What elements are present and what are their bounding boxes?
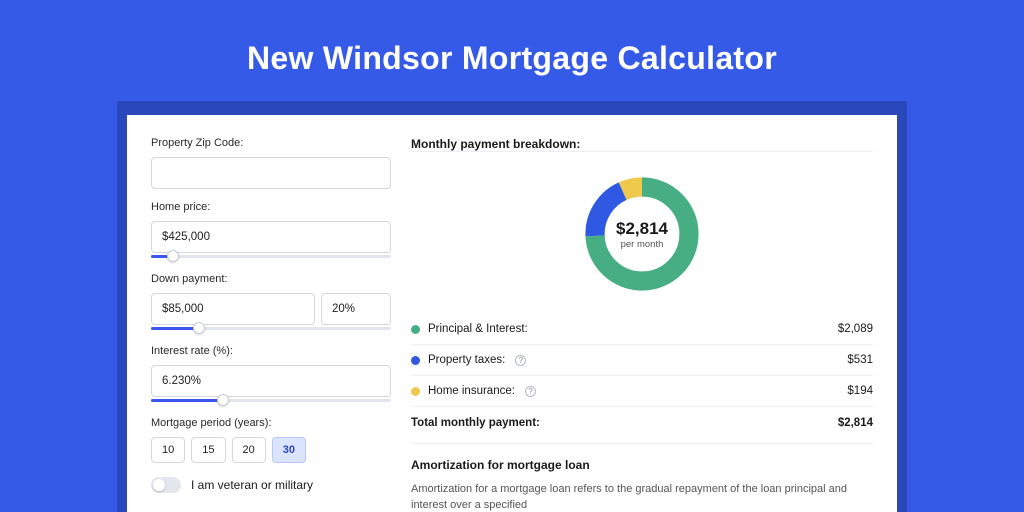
zip-input[interactable] [151, 157, 391, 189]
period-button-row: 1015 2030 [151, 437, 391, 463]
interest-field: Interest rate (%): [151, 345, 391, 405]
home-price-input[interactable] [151, 221, 391, 253]
slider-thumb[interactable] [217, 394, 229, 406]
calculator-card: Property Zip Code: Home price: Down paym… [127, 115, 897, 512]
period-button-20[interactable]: 20 [232, 437, 266, 463]
inputs-panel: Property Zip Code: Home price: Down paym… [151, 137, 391, 512]
slider-thumb[interactable] [167, 250, 179, 262]
dot-yellow-icon [411, 387, 420, 396]
total-value: $2,814 [838, 417, 873, 429]
home-price-slider[interactable] [151, 251, 391, 261]
amort-text: Amortization for a mortgage loan refers … [411, 482, 873, 512]
info-icon[interactable]: ? [515, 355, 526, 366]
veteran-label: I am veteran or military [191, 478, 313, 492]
legend-home-insurance: Home insurance: ? $194 [411, 376, 873, 407]
pi-value: $2,089 [838, 323, 873, 335]
page-title: New Windsor Mortgage Calculator [0, 40, 1024, 77]
total-row: Total monthly payment: $2,814 [411, 407, 873, 444]
period-label: Mortgage period (years): [151, 417, 391, 429]
home-price-label: Home price: [151, 201, 391, 213]
info-icon[interactable]: ? [525, 386, 536, 397]
period-button-30[interactable]: 30 [272, 437, 306, 463]
results-panel: Monthly payment breakdown: $2,814 per mo… [411, 137, 873, 512]
zip-field: Property Zip Code: [151, 137, 391, 189]
down-payment-pct-input[interactable] [321, 293, 391, 325]
ins-value: $194 [847, 385, 873, 397]
slider-track [151, 255, 391, 258]
period-field: Mortgage period (years): 1015 2030 [151, 417, 391, 463]
header-band: Property Zip Code: Home price: Down paym… [117, 101, 907, 512]
dot-green-icon [411, 325, 420, 334]
veteran-toggle-row: I am veteran or military [151, 477, 391, 493]
legend-principal-interest: Principal & Interest: $2,089 [411, 314, 873, 345]
slider-fill [151, 399, 223, 402]
dot-blue-icon [411, 356, 420, 365]
donut-wrap: $2,814 per month [411, 164, 873, 314]
down-payment-field: Down payment: [151, 273, 391, 333]
down-payment-input[interactable] [151, 293, 315, 325]
tax-value: $531 [847, 354, 873, 366]
home-price-field: Home price: [151, 201, 391, 261]
zip-label: Property Zip Code: [151, 137, 391, 149]
breakdown-heading: Monthly payment breakdown: [411, 137, 873, 152]
donut-center: $2,814 per month [580, 172, 704, 296]
interest-slider[interactable] [151, 395, 391, 405]
amort-heading: Amortization for mortgage loan [411, 458, 873, 472]
slider-thumb[interactable] [193, 322, 205, 334]
ins-label: Home insurance: [428, 385, 515, 397]
donut-amount: $2,814 [616, 219, 668, 239]
legend-property-taxes: Property taxes: ? $531 [411, 345, 873, 376]
total-label: Total monthly payment: [411, 417, 540, 429]
payment-donut-chart: $2,814 per month [580, 172, 704, 296]
interest-input[interactable] [151, 365, 391, 397]
interest-label: Interest rate (%): [151, 345, 391, 357]
down-payment-label: Down payment: [151, 273, 391, 285]
slider-fill [151, 327, 199, 330]
amortization-section: Amortization for mortgage loan Amortizat… [411, 444, 873, 512]
donut-sub: per month [621, 239, 664, 250]
veteran-toggle[interactable] [151, 477, 181, 493]
period-button-10[interactable]: 10 [151, 437, 185, 463]
tax-label: Property taxes: [428, 354, 505, 366]
period-button-15[interactable]: 15 [191, 437, 225, 463]
down-payment-slider[interactable] [151, 323, 391, 333]
pi-label: Principal & Interest: [428, 323, 528, 335]
